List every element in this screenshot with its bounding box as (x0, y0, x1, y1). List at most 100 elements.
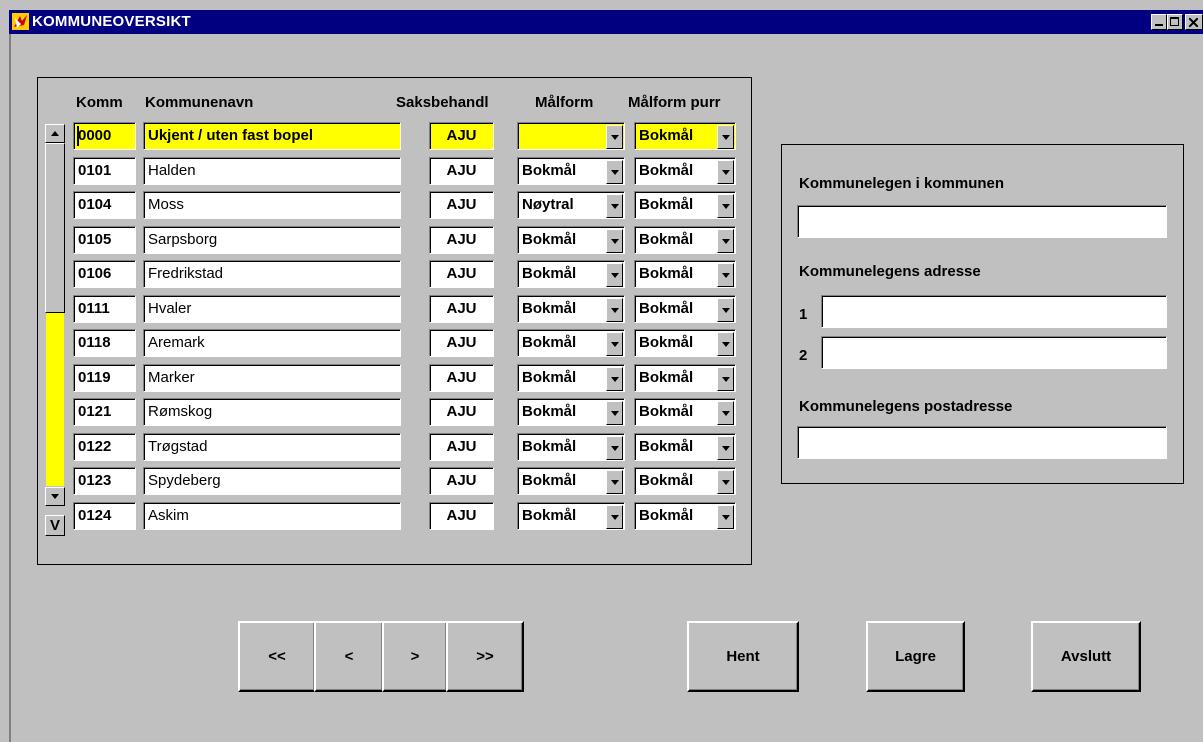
chevron-down-icon[interactable] (717, 367, 734, 391)
malform-select[interactable]: Bokmål (517, 364, 625, 392)
avslutt-button[interactable]: Avslutt (1031, 621, 1141, 692)
chevron-down-icon[interactable] (717, 332, 734, 356)
malform-select[interactable]: Nøytral (517, 191, 625, 219)
komm-cell[interactable]: 0121 (73, 398, 136, 426)
scrollbar-thumb[interactable] (45, 143, 65, 313)
saksbehandl-cell[interactable]: AJU (429, 157, 494, 185)
scroll-up-button[interactable] (45, 124, 65, 143)
malform-purr-select[interactable]: Bokmål (634, 433, 736, 461)
kommunenavn-cell[interactable]: Moss (143, 191, 401, 219)
chevron-down-icon[interactable] (717, 125, 734, 149)
malform-purr-select[interactable]: Bokmål (634, 467, 736, 495)
chevron-down-icon[interactable] (717, 470, 734, 494)
malform-purr-select[interactable]: Bokmål (634, 364, 736, 392)
postadresse-field[interactable] (797, 426, 1167, 459)
first-record-button[interactable]: << (238, 621, 316, 692)
kommunenavn-cell[interactable]: Rømskog (143, 398, 401, 426)
kommunenavn-cell[interactable]: Hvaler (143, 295, 401, 323)
chevron-down-icon[interactable] (606, 436, 623, 460)
chevron-down-icon[interactable] (606, 401, 623, 425)
maximize-button[interactable] (1167, 14, 1183, 30)
malform-purr-select[interactable]: Bokmål (634, 260, 736, 288)
chevron-down-icon[interactable] (606, 505, 623, 529)
malform-purr-select[interactable]: Bokmål (634, 157, 736, 185)
malform-select[interactable]: Bokmål (517, 157, 625, 185)
previous-record-button[interactable]: < (314, 621, 384, 692)
kommunenavn-cell[interactable]: Trøgstad (143, 433, 401, 461)
malform-purr-select[interactable]: Bokmål (634, 398, 736, 426)
komm-cell[interactable]: 0105 (73, 226, 136, 254)
saksbehandl-cell[interactable]: AJU (429, 226, 494, 254)
komm-cell[interactable]: 0123 (73, 467, 136, 495)
komm-cell[interactable]: 0124 (73, 502, 136, 530)
close-button[interactable] (1185, 14, 1203, 30)
chevron-down-icon[interactable] (606, 263, 623, 287)
komm-cell[interactable]: 0111 (73, 295, 136, 323)
malform-select[interactable]: Bokmål (517, 502, 625, 530)
chevron-down-icon[interactable] (606, 332, 623, 356)
komm-cell[interactable]: 0000 (73, 122, 136, 150)
kommunenavn-cell[interactable]: Marker (143, 364, 401, 392)
adresse-1-field[interactable] (821, 295, 1167, 328)
malform-purr-select[interactable]: Bokmål (634, 295, 736, 323)
chevron-down-icon[interactable] (606, 298, 623, 322)
last-record-button[interactable]: >> (446, 621, 524, 692)
komm-cell[interactable]: 0101 (73, 157, 136, 185)
malform-purr-select[interactable]: Bokmål (634, 226, 736, 254)
hent-button[interactable]: Hent (687, 621, 799, 692)
malform-purr-select[interactable]: Bokmål (634, 122, 736, 150)
saksbehandl-cell[interactable]: AJU (429, 433, 494, 461)
chevron-down-icon[interactable] (606, 229, 623, 253)
scrollbar-yellow-region[interactable] (46, 313, 64, 486)
chevron-down-icon[interactable] (606, 470, 623, 494)
malform-purr-select[interactable]: Bokmål (634, 502, 736, 530)
saksbehandl-cell[interactable]: AJU (429, 260, 494, 288)
komm-cell[interactable]: 0118 (73, 329, 136, 357)
malform-select[interactable] (517, 122, 625, 150)
saksbehandl-cell[interactable]: AJU (429, 398, 494, 426)
kommunenavn-cell[interactable]: Aremark (143, 329, 401, 357)
chevron-down-icon[interactable] (717, 229, 734, 253)
malform-select[interactable]: Bokmål (517, 329, 625, 357)
lagre-button[interactable]: Lagre (866, 621, 965, 692)
chevron-down-icon[interactable] (606, 367, 623, 391)
next-record-button[interactable]: > (382, 621, 448, 692)
komm-cell[interactable]: 0106 (73, 260, 136, 288)
malform-select[interactable]: Bokmål (517, 398, 625, 426)
adresse-2-field[interactable] (821, 336, 1167, 369)
malform-select[interactable]: Bokmål (517, 260, 625, 288)
komm-cell[interactable]: 0122 (73, 433, 136, 461)
malform-select[interactable]: Bokmål (517, 226, 625, 254)
saksbehandl-cell[interactable]: AJU (429, 467, 494, 495)
chevron-down-icon[interactable] (606, 160, 623, 184)
app-icon[interactable] (12, 13, 29, 30)
chevron-down-icon[interactable] (717, 436, 734, 460)
komm-cell[interactable]: 0119 (73, 364, 136, 392)
kommunenavn-cell[interactable]: Halden (143, 157, 401, 185)
chevron-down-icon[interactable] (717, 263, 734, 287)
malform-purr-select[interactable]: Bokmål (634, 329, 736, 357)
malform-select[interactable]: Bokmål (517, 433, 625, 461)
scroll-down-button[interactable] (45, 487, 65, 506)
kommunelege-field[interactable] (797, 205, 1167, 238)
chevron-down-icon[interactable] (717, 298, 734, 322)
kommunenavn-cell[interactable]: Spydeberg (143, 467, 401, 495)
chevron-down-icon[interactable] (606, 125, 623, 149)
malform-select[interactable]: Bokmål (517, 467, 625, 495)
malform-select[interactable]: Bokmål (517, 295, 625, 323)
chevron-down-icon[interactable] (717, 160, 734, 184)
chevron-down-icon[interactable] (717, 505, 734, 529)
chevron-down-icon[interactable] (606, 194, 623, 218)
minimize-button[interactable] (1151, 14, 1167, 30)
kommunenavn-cell[interactable]: Sarpsborg (143, 226, 401, 254)
malform-purr-select[interactable]: Bokmål (634, 191, 736, 219)
komm-cell[interactable]: 0104 (73, 191, 136, 219)
v-button[interactable]: V (45, 515, 65, 536)
kommunenavn-cell[interactable]: Askim (143, 502, 401, 530)
saksbehandl-cell[interactable]: AJU (429, 329, 494, 357)
saksbehandl-cell[interactable]: AJU (429, 122, 494, 150)
saksbehandl-cell[interactable]: AJU (429, 295, 494, 323)
saksbehandl-cell[interactable]: AJU (429, 364, 494, 392)
saksbehandl-cell[interactable]: AJU (429, 191, 494, 219)
kommunenavn-cell[interactable]: Fredrikstad (143, 260, 401, 288)
